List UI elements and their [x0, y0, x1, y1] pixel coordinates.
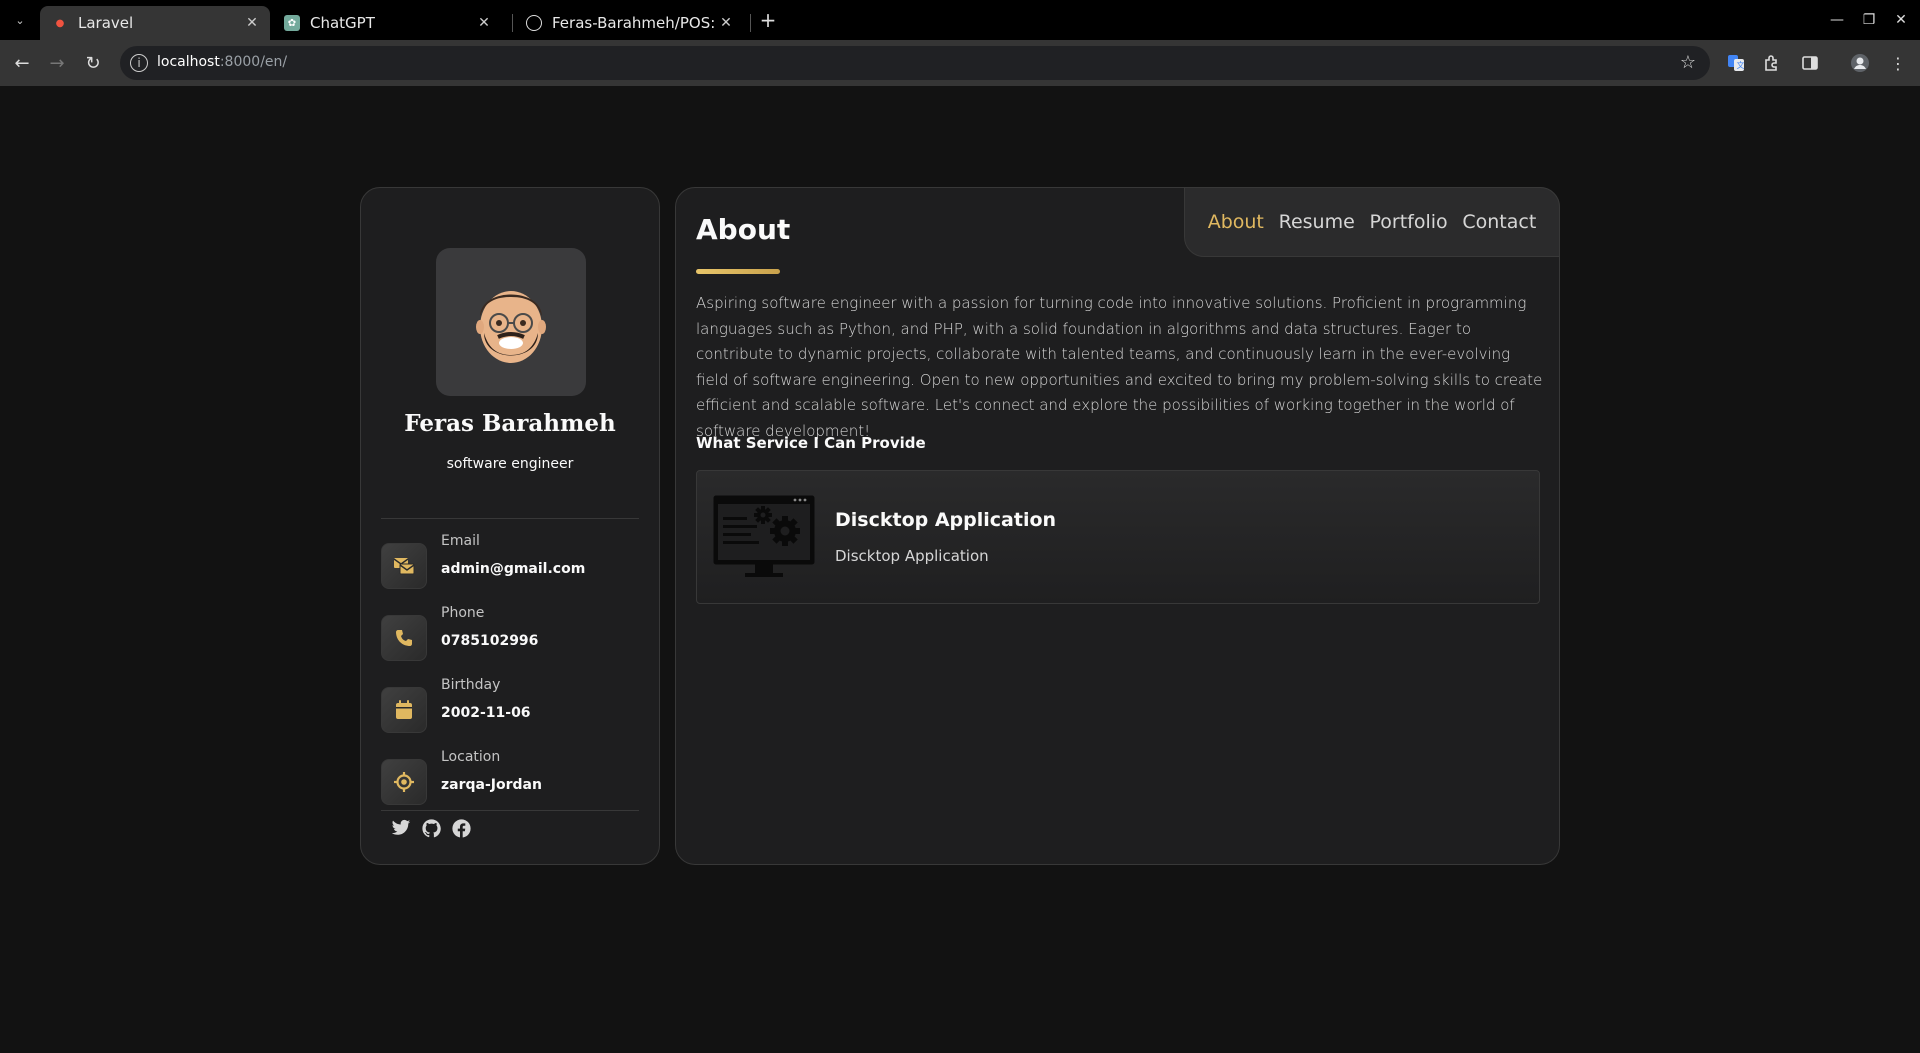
profile-avatar-icon[interactable] — [1848, 51, 1872, 75]
contact-label: Phone — [441, 605, 485, 621]
restore-icon[interactable]: ❐ — [1857, 8, 1881, 32]
services-heading: What Service I Can Provide — [696, 434, 926, 452]
location-value: zarqa-Jordan — [441, 777, 542, 793]
nav-about[interactable]: About — [1208, 211, 1264, 233]
contact-location: Location zarqa-Jordan — [381, 749, 641, 805]
profile-name: Feras Barahmeh — [404, 410, 616, 437]
browser-toolbar: ← → ↻ i localhost:8000/en/ ☆ 文 ⋮ — [0, 40, 1920, 86]
nav-contact[interactable]: Contact — [1462, 211, 1536, 233]
browser-tabstrip: ⌄ ● Laravel ✕ ✿ ChatGPT ✕ Feras-Barahmeh… — [0, 0, 1920, 40]
divider — [381, 518, 639, 519]
about-text: Aspiring software engineer with a passio… — [696, 294, 1543, 440]
birthday-value: 2002-11-06 — [441, 705, 531, 721]
memoji-avatar-icon — [476, 291, 546, 363]
back-icon[interactable]: ← — [10, 51, 34, 75]
avatar — [436, 248, 586, 396]
divider — [381, 810, 639, 811]
page-title: About — [696, 213, 791, 246]
tab-title: ChatGPT — [310, 14, 375, 32]
contact-label: Location — [441, 749, 501, 765]
nav-portfolio[interactable]: Portfolio — [1369, 211, 1447, 233]
tab-title: Feras-Barahmeh/POS: P — [552, 14, 716, 32]
tab-close-icon[interactable]: ✕ — [716, 15, 736, 31]
browser-menu-icon[interactable]: ⋮ — [1886, 51, 1910, 75]
service-title: Discktop Application — [835, 509, 1057, 531]
service-item: Discktop Application Discktop Applicatio… — [696, 470, 1540, 604]
extensions-icon[interactable] — [1760, 51, 1784, 75]
contact-email: Email admin@gmail.com — [381, 533, 641, 589]
phone-icon — [381, 615, 427, 661]
contact-phone: Phone 0785102996 — [381, 605, 641, 661]
main-article: About Resume Portfolio Contact About Asp… — [675, 187, 1560, 865]
tab-close-icon[interactable]: ✕ — [242, 15, 262, 31]
laravel-favicon-icon: ● — [55, 17, 65, 29]
email-link[interactable]: admin@gmail.com — [441, 561, 585, 577]
profile-title: software engineer — [446, 456, 574, 472]
chatgpt-favicon-icon: ✿ — [284, 15, 300, 31]
site-info-icon[interactable]: i — [130, 54, 148, 72]
url-text[interactable]: localhost:8000/en/ — [157, 54, 287, 70]
desktop-app-icon — [713, 495, 815, 577]
tab-search-icon[interactable]: ⌄ — [8, 8, 32, 32]
nav-resume[interactable]: Resume — [1279, 211, 1355, 233]
minimize-icon[interactable]: — — [1825, 8, 1849, 32]
facebook-icon[interactable] — [451, 818, 471, 838]
new-tab-button[interactable]: + — [756, 8, 780, 32]
page-viewport: Feras Barahmeh software engineer Email a… — [0, 86, 1920, 1053]
mail-icon — [381, 543, 427, 589]
tab-title: Laravel — [78, 14, 134, 32]
calendar-icon — [381, 687, 427, 733]
service-description: Discktop Application — [835, 547, 989, 565]
sidepanel-icon[interactable] — [1798, 51, 1822, 75]
tab-chatgpt[interactable]: ✿ ChatGPT ✕ — [272, 6, 502, 40]
translate-icon[interactable]: 文 — [1724, 51, 1748, 75]
tab-laravel[interactable]: ● Laravel ✕ — [40, 6, 270, 40]
close-window-icon[interactable]: ✕ — [1889, 8, 1913, 32]
social-links — [391, 818, 471, 838]
contact-birthday: Birthday 2002-11-06 — [381, 677, 641, 733]
address-bar[interactable]: i localhost:8000/en/ ☆ — [120, 46, 1710, 80]
tab-divider — [512, 14, 513, 32]
reload-icon[interactable]: ↻ — [81, 51, 105, 75]
contact-label: Birthday — [441, 677, 501, 693]
twitter-icon[interactable] — [391, 818, 411, 838]
github-favicon-icon — [526, 15, 542, 31]
tab-divider — [750, 14, 751, 32]
tab-github[interactable]: Feras-Barahmeh/POS: P ✕ — [514, 6, 744, 40]
main-navbar: About Resume Portfolio Contact — [1184, 187, 1560, 257]
svg-text:文: 文 — [1737, 60, 1745, 70]
tab-close-icon[interactable]: ✕ — [474, 15, 494, 31]
location-icon — [381, 759, 427, 805]
bookmark-star-icon[interactable]: ☆ — [1680, 52, 1696, 73]
github-icon[interactable] — [421, 818, 441, 838]
profile-sidebar: Feras Barahmeh software engineer Email a… — [360, 187, 660, 865]
contact-label: Email — [441, 533, 480, 549]
phone-link[interactable]: 0785102996 — [441, 633, 538, 649]
forward-icon[interactable]: → — [45, 51, 69, 75]
title-underline — [696, 269, 780, 274]
